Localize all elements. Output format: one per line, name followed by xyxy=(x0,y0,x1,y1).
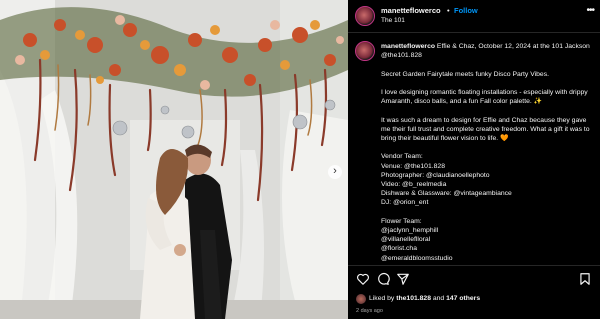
post-side-panel: manetteflowerco • Follow The 101 ••• man… xyxy=(348,0,600,319)
caption-username[interactable]: manetteflowerco xyxy=(381,43,435,50)
follow-button[interactable]: Follow xyxy=(454,6,478,15)
avatar[interactable] xyxy=(355,6,375,26)
flower-team-title: Flower Team: xyxy=(381,217,422,225)
comment-icon[interactable] xyxy=(376,272,390,286)
next-photo-button[interactable]: › xyxy=(328,165,342,179)
caption: manetteflowerco Effie & Chaz, October 12… xyxy=(348,33,600,263)
post-timestamp: 2 days ago xyxy=(356,308,383,314)
vendor-line: Video: @b_reelmedia xyxy=(381,180,447,188)
liked-prefix: Liked by xyxy=(369,295,395,302)
chevron-right-icon: › xyxy=(333,165,337,177)
flower-team-member[interactable]: @villanelleflloral xyxy=(381,235,595,244)
more-options-icon[interactable]: ••• xyxy=(586,5,594,16)
vendor-team-title: Vendor Team: xyxy=(381,153,423,161)
flower-team-member[interactable]: @jaclynn_hemphill xyxy=(381,226,595,235)
caption-paragraph-2: I love designing romantic floating insta… xyxy=(381,88,588,106)
location-link[interactable]: The 101 xyxy=(381,17,405,24)
flower-team-member[interactable]: @emeraldbloomsstudio xyxy=(381,254,595,263)
caption-avatar[interactable] xyxy=(355,41,375,61)
wedding-photo-illustration xyxy=(0,0,348,319)
caption-paragraph-3: It was such a dream to design for Effie … xyxy=(381,116,590,142)
liked-user[interactable]: the101.828 xyxy=(396,295,431,302)
post-actions: Liked by the101.828 and 147 others 2 day… xyxy=(348,265,600,319)
post-header: manetteflowerco • Follow The 101 ••• xyxy=(348,0,600,33)
caption-paragraph-1: Secret Garden Fairytale meets funky Disc… xyxy=(381,70,549,78)
post-photo[interactable]: › xyxy=(0,0,348,319)
separator-dot: • xyxy=(447,6,450,15)
flower-team-member[interactable]: @florist.cha xyxy=(381,244,595,253)
vendor-line: Venue: @the101.828 xyxy=(381,162,445,170)
author-username[interactable]: manetteflowerco xyxy=(381,6,441,15)
liked-and: and xyxy=(432,295,445,302)
likes-summary[interactable]: Liked by the101.828 and 147 others xyxy=(369,295,480,302)
bookmark-icon[interactable] xyxy=(578,272,592,286)
vendor-line: DJ: @orion_ent xyxy=(381,199,429,207)
heart-icon[interactable] xyxy=(356,272,370,286)
vendor-line: Photographer: @claudianoellephoto xyxy=(381,171,490,179)
liked-by-avatar xyxy=(356,294,366,304)
liked-count[interactable]: 147 others xyxy=(446,295,480,302)
instagram-post: › manetteflowerco • Follow The 101 ••• m… xyxy=(0,0,600,319)
caption-text: manetteflowerco Effie & Chaz, October 12… xyxy=(381,42,595,272)
vendor-line: Dishware & Glassware: @vintageambiance xyxy=(381,190,512,198)
share-icon[interactable] xyxy=(396,272,410,286)
